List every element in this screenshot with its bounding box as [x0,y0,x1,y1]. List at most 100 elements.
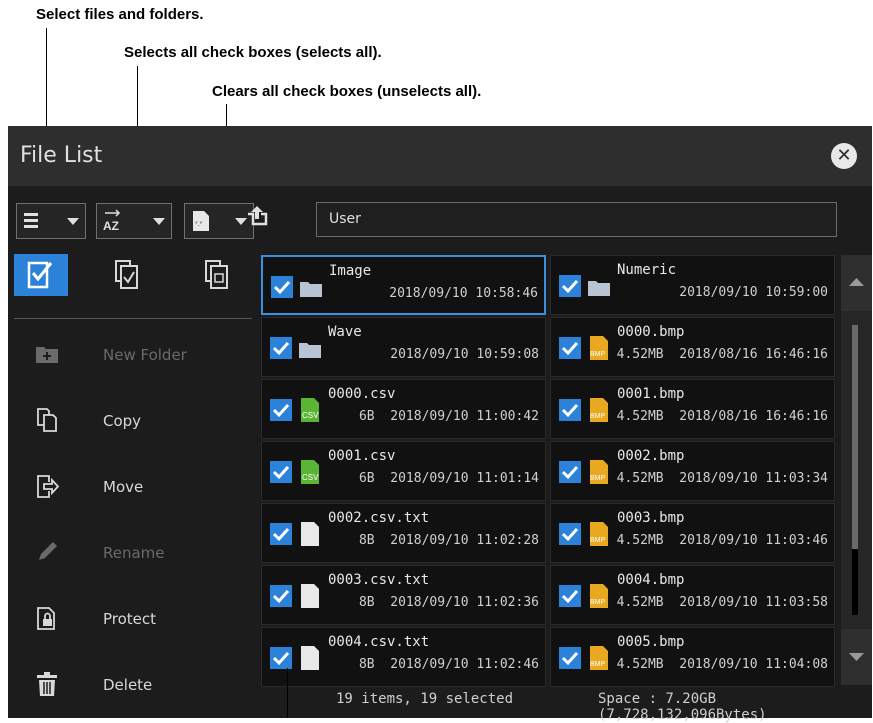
delete-icon [34,671,60,697]
file-checkbox[interactable] [559,461,581,483]
file-checkbox[interactable] [559,337,581,359]
action-new-folder[interactable]: New Folder [8,324,258,384]
file-item[interactable]: BMP 0002.bmp 4.52MB 2018/09/10 11:03:34 [550,441,835,501]
file-item[interactable]: 0004.csv.txt 8B 2018/09/10 11:02:46 [261,627,546,687]
file-grid: Image 2018/09/10 10:58:46 Numeric 2018/09/1… [261,255,838,687]
file-checkbox[interactable] [559,523,581,545]
chevron-down-icon [153,218,165,225]
file-name: 0000.bmp [617,324,685,340]
select-mode-icon [27,261,53,289]
callout-select-all: Selects all check boxes (selects all). [124,44,382,61]
list-view-icon [24,213,38,228]
file-filter-dropdown[interactable]: *.* [184,203,254,239]
checkmark-icon [272,465,290,480]
file-date: 2018/08/16 16:46:16 [679,409,828,424]
file-size: 8B [358,657,375,672]
file-item[interactable]: 0002.csv.txt 8B 2018/09/10 11:02:28 [261,503,546,563]
file-item[interactable]: CSV 0001.csv 6B 2018/09/10 11:01:14 [261,441,546,501]
folder-file-icon [298,334,322,362]
dialog-title: File List [20,143,103,168]
path-field[interactable]: User [316,202,837,237]
scroll-up-button[interactable] [841,255,872,311]
item-count-status: 19 items, 19 selected [336,691,514,707]
file-item[interactable]: Wave 2018/09/10 10:59:08 [261,317,546,377]
checkmark-icon [561,341,579,356]
file-checkbox[interactable] [270,461,292,483]
file-name: 0002.csv.txt [328,510,430,526]
svg-text:CSV: CSV [302,411,319,420]
file-size: 8B [358,595,375,610]
file-checkbox[interactable] [270,337,292,359]
file-meta: 4.52MB 2018/08/16 16:46:16 [617,347,828,362]
sort-dropdown[interactable]: AZ [96,203,172,239]
file-item[interactable]: Image 2018/09/10 10:58:46 [261,255,546,315]
action-copy[interactable]: Copy [8,390,258,450]
file-checkbox[interactable] [270,585,292,607]
action-move[interactable]: Move [8,456,258,516]
checkmark-icon [561,527,579,542]
file-checkbox[interactable] [270,523,292,545]
file-item[interactable]: 0003.csv.txt 8B 2018/09/10 11:02:36 [261,565,546,625]
checkmark-icon [272,589,290,604]
chevron-down-icon [67,218,79,225]
file-date: 2018/09/10 11:03:58 [679,595,828,610]
action-rename[interactable]: Rename [8,522,258,582]
file-checkbox[interactable] [270,647,292,669]
callout-select-files: Select files and folders. [36,6,204,23]
file-item[interactable]: BMP 0000.bmp 4.52MB 2018/08/16 16:46:16 [550,317,835,377]
file-checkbox[interactable] [559,399,581,421]
scroll-thumb[interactable] [852,325,858,549]
file-checkbox[interactable] [559,275,581,297]
action-protect[interactable]: Protect [8,588,258,648]
svg-text:BMP: BMP [590,351,606,358]
file-item[interactable]: BMP 0004.bmp 4.52MB 2018/09/10 11:03:58 [550,565,835,625]
action-label: New Folder [103,346,187,364]
checkmark-icon [272,341,290,356]
file-item[interactable]: BMP 0005.bmp 4.52MB 2018/09/10 11:04:08 [550,627,835,687]
file-checkbox[interactable] [559,647,581,669]
file-item[interactable]: CSV 0000.csv 6B 2018/09/10 11:00:42 [261,379,546,439]
checkmark-icon [273,280,291,295]
svg-text:*.*: *.* [195,221,203,228]
svg-text:BMP: BMP [590,661,606,668]
file-item[interactable]: Numeric 2018/09/10 10:59:00 [550,255,835,315]
file-date: 2018/09/10 11:03:46 [679,533,828,548]
file-checkbox[interactable] [270,399,292,421]
close-icon: ✕ [836,145,852,166]
unselect-all-icon[interactable] [198,257,238,293]
rename-icon [34,539,60,565]
checkmark-icon [561,279,579,294]
file-item[interactable]: BMP 0001.bmp 4.52MB 2018/08/16 16:46:16 [550,379,835,439]
file-meta: 8B 2018/09/10 11:02:36 [359,595,539,610]
svg-text:CSV: CSV [302,473,319,482]
disk-space-status: Space : 7.20GB (7,728,132,096Bytes) [598,691,767,723]
file-checkbox[interactable] [559,585,581,607]
scrollbar[interactable] [841,255,872,685]
action-delete[interactable]: Delete [8,654,258,714]
action-label: Delete [103,676,153,694]
parent-folder-icon[interactable] [246,204,268,228]
svg-text:BMP: BMP [590,599,606,606]
title-bar: File List ✕ [8,126,872,186]
file-date: 2018/09/10 11:04:08 [679,657,828,672]
file-size: 4.52MB [616,409,664,424]
file-size: 4.52MB [616,595,664,610]
sort-az-icon: AZ [103,209,121,233]
bmp-file-icon: BMP [587,334,611,362]
svg-text:BMP: BMP [590,475,606,482]
file-date: 2018/09/10 10:58:46 [389,286,538,301]
file-checkbox[interactable] [271,276,293,298]
file-meta: 8B 2018/09/10 11:02:28 [359,533,539,548]
csv-file-icon: CSV [298,458,322,486]
bmp-file-icon: BMP [587,396,611,424]
file-meta: 2018/09/10 10:59:08 [390,347,539,362]
view-mode-dropdown[interactable] [16,203,86,239]
scroll-down-button[interactable] [841,629,872,685]
close-button[interactable]: ✕ [831,143,857,169]
file-size: 4.52MB [616,533,664,548]
file-item[interactable]: BMP 0003.bmp 4.52MB 2018/09/10 11:03:46 [550,503,835,563]
file-size: 4.52MB [616,657,664,672]
file-date: 2018/09/10 11:00:42 [390,409,539,424]
select-all-icon[interactable] [108,257,148,293]
checkmark-icon [561,403,579,418]
